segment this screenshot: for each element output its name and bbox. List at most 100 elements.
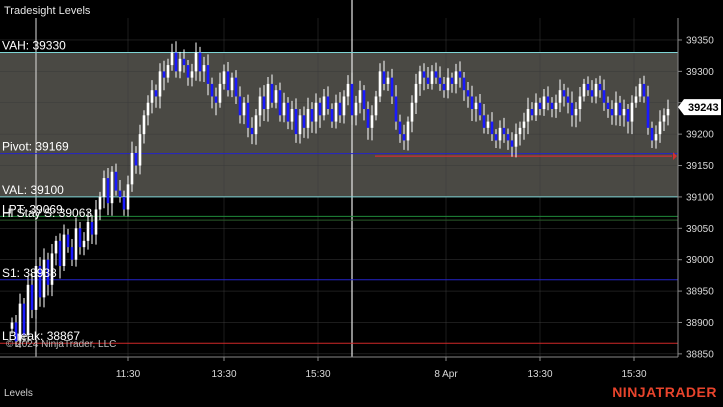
candle-body (566, 96, 570, 103)
candle-body (462, 77, 466, 91)
y-tick-label: 39300 (686, 67, 714, 78)
candle-body (86, 222, 90, 241)
candle-body (74, 228, 78, 260)
candle-body (574, 109, 578, 116)
candle-body (306, 109, 310, 128)
candle-body (310, 109, 314, 122)
candle-body (494, 134, 498, 141)
candle-body (338, 102, 342, 116)
candle-body (414, 83, 418, 103)
candle-body (658, 121, 662, 135)
level-label-val: VAL: 39100 (2, 183, 64, 197)
candle-body (146, 102, 150, 116)
candle-body (578, 96, 582, 110)
candle-body (634, 96, 638, 103)
candle-body (482, 115, 486, 128)
candle-body (350, 83, 354, 116)
candle-body (582, 83, 586, 97)
candle-body (10, 322, 14, 329)
candle-body (490, 121, 494, 135)
candle-body (202, 65, 206, 72)
candle-body (614, 102, 618, 116)
candle-body (442, 83, 446, 91)
candle-body (434, 71, 438, 78)
candle-body (182, 58, 186, 66)
x-tick-label: 8 Apr (434, 369, 458, 380)
candle-body (246, 102, 250, 128)
candle-body (178, 58, 182, 72)
x-tick-label: 13:30 (211, 369, 236, 380)
candle-body (30, 284, 34, 310)
candle-body (26, 284, 30, 336)
candle-body (282, 102, 286, 116)
candle-body (106, 178, 110, 204)
candle-body (390, 77, 394, 97)
candle-body (118, 190, 122, 197)
candle-body (142, 115, 146, 135)
candle-body (70, 247, 74, 260)
candle-body (250, 127, 254, 135)
candle-body (610, 109, 614, 116)
candle-body (554, 102, 558, 110)
candle-body (82, 240, 86, 248)
candle-body (514, 134, 518, 147)
candle-body (190, 71, 194, 78)
candle-body (126, 184, 130, 210)
candle-body (274, 90, 278, 103)
candle-body (314, 102, 318, 122)
candle-body (662, 115, 666, 122)
candle-body (90, 222, 94, 235)
candle-body (562, 90, 566, 97)
candle-body (358, 90, 362, 103)
candle-body (62, 234, 66, 266)
level-label-pivot: Pivot: 39169 (2, 140, 69, 154)
candle-body (590, 90, 594, 97)
candle-body (242, 102, 246, 116)
candle-body (290, 109, 294, 122)
candle-body (326, 96, 330, 110)
candle-body (538, 102, 542, 110)
candle-body (334, 102, 338, 122)
candle-body (78, 228, 82, 248)
y-tick-label: 38950 (686, 287, 714, 298)
candle-body (606, 102, 610, 110)
candle-body (110, 171, 114, 204)
candle-body (526, 109, 530, 122)
candle-body (370, 115, 374, 128)
candle-body (602, 90, 606, 103)
candle-body (150, 90, 154, 103)
candle-body (54, 240, 58, 254)
candle-body (98, 196, 102, 210)
candle-body (666, 109, 670, 116)
candle-body (122, 196, 126, 210)
candle-body (130, 152, 134, 185)
candle-body (426, 77, 430, 84)
candle-body (270, 83, 274, 103)
candle-body (222, 71, 226, 84)
candle-body (518, 127, 522, 135)
candle-body (522, 121, 526, 128)
candle-body (478, 102, 482, 116)
candle-body (570, 102, 574, 116)
candle-body (318, 102, 322, 116)
candle-body (102, 178, 106, 197)
candle-body (506, 134, 510, 141)
y-tick-label: 39100 (686, 192, 714, 203)
candle-body (66, 234, 70, 248)
candle-body (286, 102, 290, 122)
candle-body (410, 102, 414, 122)
y-tick-label: 38850 (686, 349, 714, 360)
candle-body (430, 71, 434, 84)
candle-body (374, 96, 378, 116)
y-tick-label: 39350 (686, 35, 714, 46)
candle-body (650, 127, 654, 141)
candle-body (626, 109, 630, 122)
candle-body (406, 121, 410, 141)
candle-body (542, 96, 546, 110)
candle-body (534, 102, 538, 116)
candle-body (458, 71, 462, 78)
candle-body (226, 71, 230, 91)
candle-body (422, 71, 426, 78)
candle-body (402, 134, 406, 141)
candle-body (454, 71, 458, 84)
